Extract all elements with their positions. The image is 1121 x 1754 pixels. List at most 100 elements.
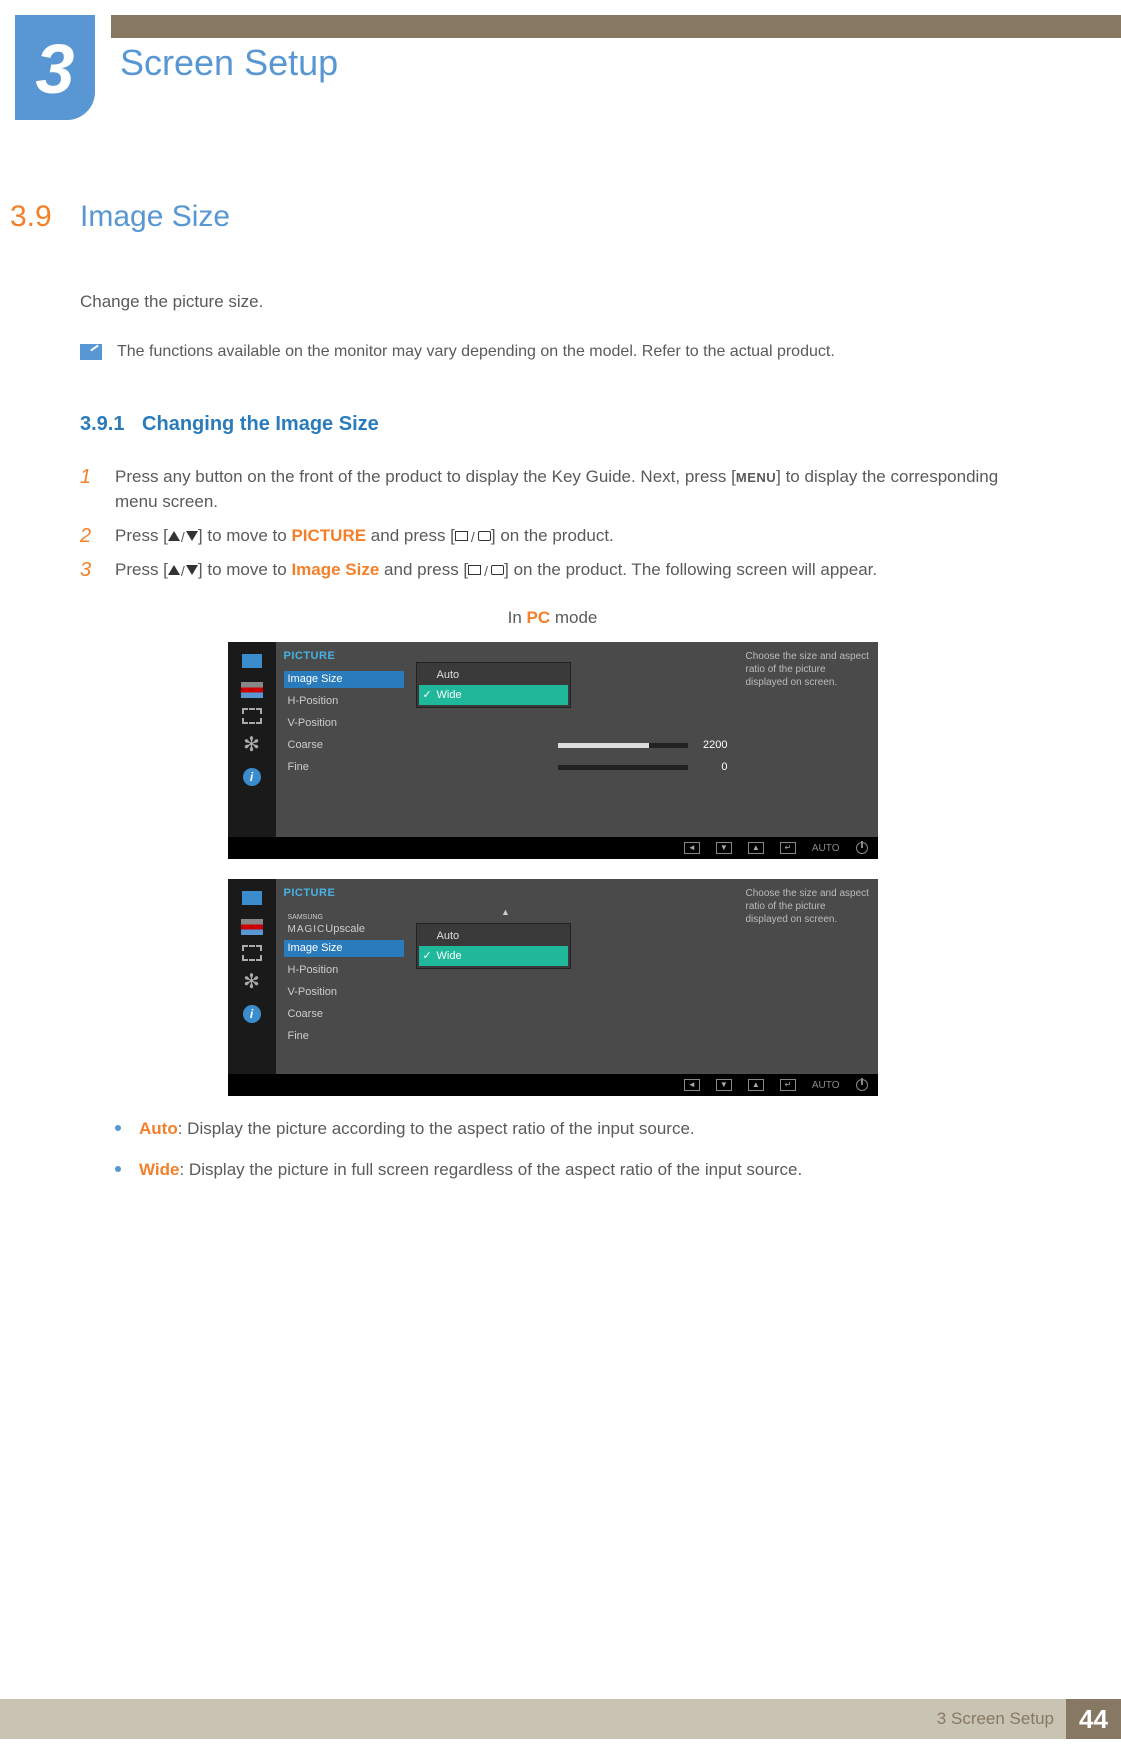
step-text: ] on the product. xyxy=(491,526,614,545)
osd-menu-2: PICTURE ▲ SAMSUNG MAGICUpscale Image Siz… xyxy=(228,879,878,1096)
osd-label: Image Size xyxy=(284,940,404,957)
bullet-auto: Auto: Display the picture according to t… xyxy=(115,1116,1025,1142)
nav-enter-icon: ↵ xyxy=(780,842,796,854)
up-down-arrow-icon: / xyxy=(168,530,198,542)
section-number: 3.9 xyxy=(10,200,80,234)
osd-main-panel: PICTURE Image Size H-Position V-Position… xyxy=(276,642,738,837)
step-text: ] on the product. The following screen w… xyxy=(504,560,877,579)
osd-option-wide: Wide xyxy=(419,946,568,966)
resize-icon xyxy=(242,708,262,724)
step-text: and press [ xyxy=(366,526,455,545)
nav-up-icon: ▲ xyxy=(748,842,764,854)
osd-header: PICTURE xyxy=(284,885,728,902)
osd-option-auto: Auto xyxy=(419,926,568,946)
osd-label: Fine xyxy=(284,759,404,776)
osd-item-vposition: V-Position xyxy=(284,713,728,735)
color-bars-icon xyxy=(241,919,263,935)
step-text: Press [ xyxy=(115,560,168,579)
subsection-number: 3.9.1 xyxy=(80,413,124,435)
step-text: Press any button on the front of the pro… xyxy=(115,467,736,486)
keyword-image-size: Image Size xyxy=(291,560,379,579)
osd-item-fine: Fine xyxy=(284,1026,728,1048)
section-title: Image Size xyxy=(80,200,230,234)
osd-popup: Auto Wide xyxy=(416,923,571,969)
osd-footer: ◄ ▼ ▲ ↵ AUTO xyxy=(228,837,878,859)
keyword-picture: PICTURE xyxy=(291,526,366,545)
bullet-dot-icon xyxy=(115,1166,121,1172)
osd-item-coarse: Coarse 2200 xyxy=(284,735,728,757)
osd-label: Fine xyxy=(284,1028,404,1045)
monitor-icon xyxy=(239,887,265,909)
subsection-name: Changing the Image Size xyxy=(142,413,379,435)
source-enter-icon: / xyxy=(468,564,504,576)
osd-label: SAMSUNG MAGICUpscale xyxy=(284,915,404,937)
bullet-text: : Display the picture according to the a… xyxy=(178,1119,695,1138)
osd-option-wide: Wide xyxy=(419,685,568,705)
resize-icon xyxy=(242,945,262,961)
caption-text: mode xyxy=(550,608,597,627)
nav-down-icon: ▼ xyxy=(716,842,732,854)
menu-key-label: MENU xyxy=(736,470,776,485)
step-3: 3 Press [ / ] to move to Image Size and pr… xyxy=(80,557,1025,583)
osd-label: Image Size xyxy=(284,671,404,688)
power-icon xyxy=(856,1079,868,1091)
osd-label: Coarse xyxy=(284,737,404,754)
osd-value-coarse: 2200 xyxy=(694,737,728,754)
keyword-pc: PC xyxy=(527,608,551,627)
chapter-title: Screen Setup xyxy=(120,42,338,84)
osd-main-panel: PICTURE ▲ SAMSUNG MAGICUpscale Image Siz… xyxy=(276,879,738,1074)
bullet-dot-icon xyxy=(115,1125,121,1131)
bullet-list: Auto: Display the picture according to t… xyxy=(115,1116,1025,1182)
osd-description: Choose the size and aspect ratio of the … xyxy=(738,642,878,837)
scroll-up-caret-icon: ▲ xyxy=(284,906,728,916)
info-icon xyxy=(239,766,265,788)
osd-value-fine: 0 xyxy=(694,759,728,776)
info-icon xyxy=(239,1003,265,1025)
note-icon xyxy=(80,344,102,360)
source-enter-icon: / xyxy=(455,530,491,542)
osd-label: Coarse xyxy=(284,1006,404,1023)
osd-label: V-Position xyxy=(284,984,404,1001)
osd-menu-1: PICTURE Image Size H-Position V-Position… xyxy=(228,642,878,859)
brand-text: SAMSUNG xyxy=(288,915,404,921)
chapter-number-badge: 3 xyxy=(15,15,95,120)
step-text: ] to move to xyxy=(198,560,292,579)
intro-text: Change the picture size. xyxy=(80,289,1025,315)
upscale-text: Upscale xyxy=(325,923,365,935)
footer-page-number: 44 xyxy=(1066,1699,1121,1739)
note-text: The functions available on the monitor m… xyxy=(117,340,835,364)
step-number: 1 xyxy=(80,464,115,515)
osd-label: V-Position xyxy=(284,715,404,732)
step-text: ] to move to xyxy=(198,526,292,545)
osd-item-coarse: Coarse xyxy=(284,1004,728,1026)
step-text: and press [ xyxy=(379,560,468,579)
osd-auto-label: AUTO xyxy=(812,841,840,856)
content-area: 3.9 Image Size Change the picture size. … xyxy=(10,200,1025,1197)
gear-icon xyxy=(239,734,265,756)
header-bar xyxy=(111,15,1121,38)
step-2: 2 Press [/] to move to PICTURE and press… xyxy=(80,523,1025,549)
keyword-auto: Auto xyxy=(139,1119,178,1138)
power-icon xyxy=(856,842,868,854)
subsection-title: 3.9.1 Changing the Image Size xyxy=(80,409,1025,439)
nav-left-icon: ◄ xyxy=(684,842,700,854)
nav-up-icon: ▲ xyxy=(748,1079,764,1091)
step-number: 3 xyxy=(80,557,115,583)
step-number: 2 xyxy=(80,523,115,549)
gear-icon xyxy=(239,971,265,993)
magic-text: MAGIC xyxy=(288,924,326,935)
step-list: 1 Press any button on the front of the p… xyxy=(80,464,1025,583)
osd-option-auto: Auto xyxy=(419,665,568,685)
note-block: The functions available on the monitor m… xyxy=(80,340,1025,364)
page-footer: 3 Screen Setup 44 xyxy=(0,1699,1121,1739)
osd-sidebar xyxy=(228,879,276,1074)
osd-footer: ◄ ▼ ▲ ↵ AUTO xyxy=(228,1074,878,1096)
footer-chapter-label: 3 Screen Setup xyxy=(937,1709,1054,1729)
mode-caption: In PC mode xyxy=(80,605,1025,631)
nav-enter-icon: ↵ xyxy=(780,1079,796,1091)
bullet-text: : Display the picture in full screen reg… xyxy=(179,1160,802,1179)
monitor-icon xyxy=(239,650,265,672)
osd-popup: Auto Wide xyxy=(416,662,571,708)
bullet-wide: Wide: Display the picture in full screen… xyxy=(115,1157,1025,1183)
step-1: 1 Press any button on the front of the p… xyxy=(80,464,1025,515)
